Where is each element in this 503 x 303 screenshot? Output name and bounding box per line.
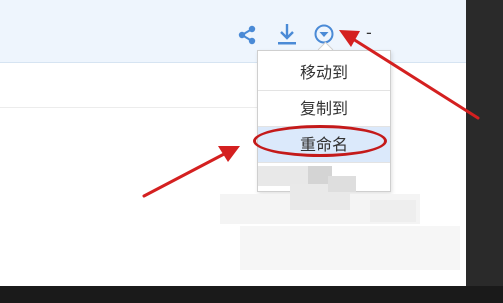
annotation-arrows bbox=[142, 30, 480, 198]
arrow-to-dropdown bbox=[339, 30, 480, 120]
arrow-to-rename bbox=[142, 146, 240, 198]
